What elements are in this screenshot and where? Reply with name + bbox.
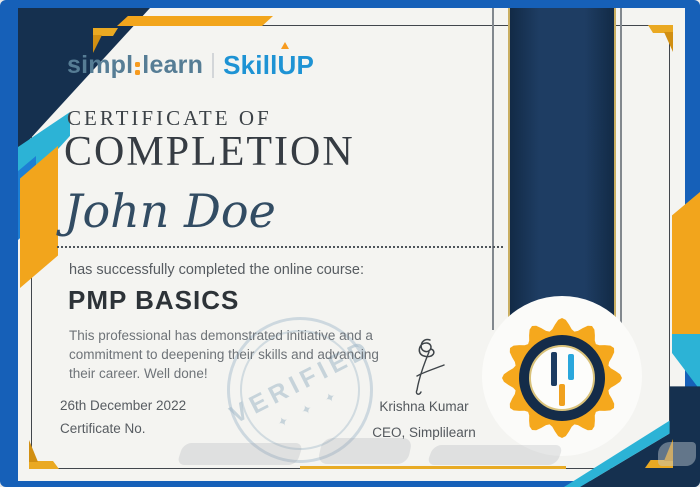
ribbon-guide-line-right [620,8,622,330]
skillup-arrow-icon [280,41,289,49]
recipient-name: John Doe [64,184,276,238]
signer-name: Krishna Kumar [379,399,469,414]
watermark-silhouette [317,438,413,464]
logo-brand-left: simpl [67,50,134,79]
logo-divider [212,52,215,78]
simplilearn-bars-icon [551,352,557,386]
ribbon-guide-line-left [492,8,494,330]
issue-date: 26th December 2022 [60,398,187,413]
bracket-fold [664,32,673,52]
completion-statement: has successfully completed the online co… [69,262,364,278]
logo-product-suffix: P [296,49,315,80]
signature-scribble [415,338,445,395]
watermark-silhouette [426,445,564,465]
description-paragraph: This professional has demonstrated initi… [69,326,379,383]
name-dotted-line [57,246,503,248]
bracket-arm [93,28,118,36]
certificate-heading-large: COMPLETION [64,129,355,175]
logo-u-letter: U [277,49,297,80]
bracket-fold [29,440,38,462]
simplilearn-bars-icon [568,354,574,380]
watermark-silhouette [658,442,696,466]
simplilearn-bars-icon [559,384,565,406]
certificate-no-label: Certificate No. [60,421,146,436]
logo-product: SkillU P [223,41,315,81]
course-title: PMP BASICS [68,285,240,315]
gold-corner-bracket-icon [648,25,673,53]
logo-product-prefix: Skill [223,49,278,80]
top-gold-bar [117,16,273,26]
description-line: This professional has demonstrated initi… [69,328,373,343]
bracket-arm [29,461,59,469]
right-gold-stripe [672,192,700,338]
watermark-silhouette [176,443,304,465]
simplilearn-skillup-logo: simpl learn SkillU P [67,41,315,82]
gold-corner-bracket-icon [29,440,59,469]
description-line: their career. Well done! [69,366,208,381]
bottom-gold-line [300,466,566,469]
logo-product-u: U [277,41,297,81]
bracket-arm [648,25,673,33]
description-line: commitment to deepening their skills and… [69,347,379,362]
logo-brand-right: learn [142,50,204,79]
simplilearn-dots-icon [135,61,141,75]
certificate-of-completion: VERIFIED ✦ ✦ ✦ simpl learn SkillU P CERTI… [0,0,700,487]
